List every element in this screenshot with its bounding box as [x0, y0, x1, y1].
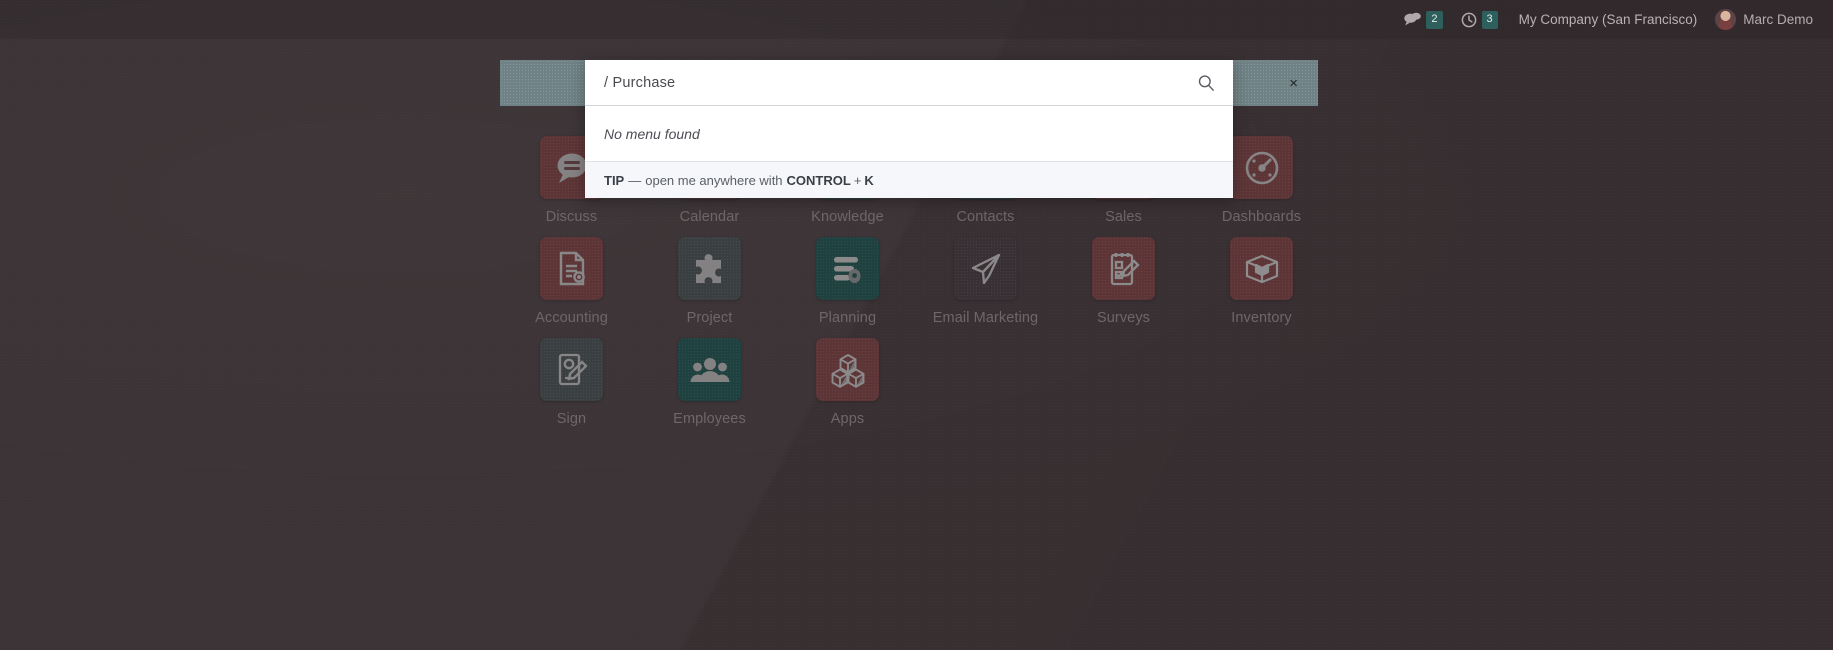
- user-menu[interactable]: Marc Demo: [1709, 0, 1825, 39]
- command-palette-container: × No menu found TIP — open me anywhere w…: [500, 60, 1318, 198]
- palette-tip-bar: TIP — open me anywhere with CONTROL + K: [585, 162, 1233, 198]
- close-icon[interactable]: ×: [1283, 72, 1304, 95]
- comments-icon: [1404, 12, 1422, 27]
- palette-results-list: No menu found: [585, 106, 1233, 162]
- tip-key-k: K: [864, 172, 874, 188]
- navbar-right-group: 2 3 My Company (San Francisco) Marc Demo: [1395, 0, 1825, 39]
- tip-text: open me anywhere with: [645, 172, 783, 188]
- messages-menu[interactable]: 2: [1395, 0, 1451, 39]
- messages-count-badge: 2: [1426, 10, 1443, 29]
- clock-icon: [1461, 12, 1477, 28]
- no-results-message: No menu found: [604, 125, 700, 142]
- tip-dash: —: [628, 172, 642, 188]
- tip-plus: +: [853, 172, 862, 188]
- tip-label: TIP: [604, 172, 625, 188]
- activities-menu[interactable]: 3: [1452, 0, 1507, 39]
- avatar: [1715, 9, 1737, 30]
- tip-key-control: CONTROL: [786, 172, 851, 188]
- command-palette: No menu found TIP — open me anywhere wit…: [585, 60, 1233, 198]
- search-icon[interactable]: [1197, 74, 1215, 92]
- palette-search-row: [585, 60, 1233, 106]
- search-input[interactable]: [604, 74, 1197, 91]
- activities-count-badge: 3: [1481, 10, 1498, 29]
- user-name-label: Marc Demo: [1743, 12, 1813, 27]
- top-navbar: 2 3 My Company (San Francisco) Marc Demo: [0, 0, 1833, 39]
- company-switcher[interactable]: My Company (San Francisco): [1507, 0, 1710, 39]
